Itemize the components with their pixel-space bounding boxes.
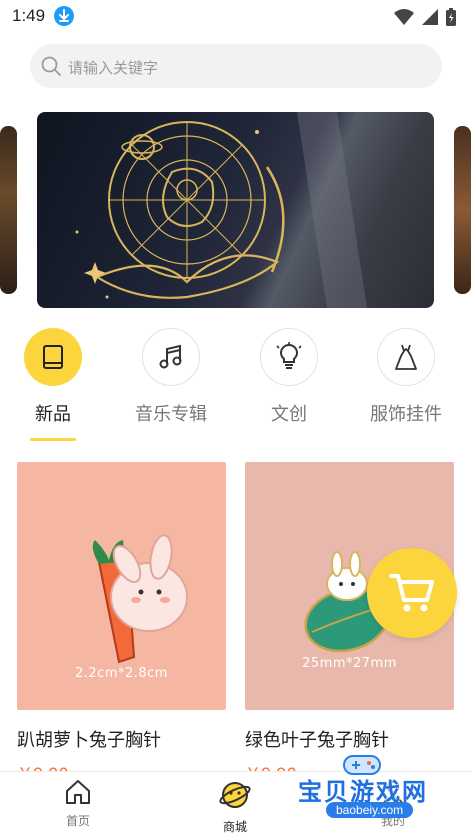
category-new[interactable]: 新品 (3, 328, 103, 426)
search-input[interactable]: 请输入关键字 (30, 44, 442, 88)
product-card[interactable]: 2.2cm*2.8cm 趴胡萝卜兔子胸针 ￥9.90 (17, 462, 226, 784)
banner-prev-slide[interactable] (0, 126, 17, 294)
category-apparel[interactable]: 服饰挂件 (356, 328, 456, 426)
nav-home[interactable]: 首页 (33, 778, 123, 829)
category-icon-circle (24, 328, 82, 386)
category-active-indicator (30, 438, 76, 441)
planet-icon (219, 782, 251, 808)
battery-icon (446, 8, 456, 26)
nav-mall[interactable]: 商城 (190, 778, 280, 835)
category-icon-circle (377, 328, 435, 386)
status-time: 1:49 (12, 6, 46, 25)
nav-label: 首页 (65, 814, 90, 828)
category-label: 音乐专辑 (135, 404, 207, 425)
banner-next-slide[interactable] (454, 126, 471, 294)
download-icon (54, 6, 74, 26)
category-music-album[interactable]: 音乐专辑 (121, 328, 221, 426)
cart-button[interactable] (367, 548, 457, 638)
status-bar: 1:49 (0, 0, 471, 34)
music-note-icon (159, 344, 182, 369)
shopping-cart-icon (389, 574, 434, 612)
product-size-label: 2.2cm*2.8cm (75, 666, 168, 681)
status-icons (393, 7, 457, 27)
product-image: 2.2cm*2.8cm (17, 462, 226, 710)
product-title: 绿色叶子兔子胸针 (245, 730, 389, 751)
book-icon (43, 345, 63, 369)
wifi-icon (394, 9, 414, 25)
search-icon (41, 56, 61, 76)
category-icon-circle (142, 328, 200, 386)
dress-icon (395, 344, 417, 370)
product-title: 趴胡萝卜兔子胸针 (17, 730, 161, 751)
signal-icon (422, 9, 438, 25)
banner-bookmark-image (75, 112, 367, 308)
category-label: 新品 (35, 404, 71, 425)
category-label: 服饰挂件 (370, 404, 442, 425)
watermark: 宝贝游戏网 baobeiy.com (298, 752, 468, 832)
nav-label: 商城 (222, 820, 247, 834)
search-placeholder: 请输入关键字 (68, 59, 159, 77)
lightbulb-icon (276, 342, 302, 369)
watermark-url: baobeiy.com (326, 802, 414, 818)
category-cultural[interactable]: 文创 (239, 328, 339, 426)
product-size-label: 25mm*27mm (302, 656, 397, 671)
category-label: 文创 (271, 404, 307, 425)
category-icon-circle (260, 328, 318, 386)
banner-slide[interactable] (37, 112, 434, 308)
home-icon (66, 780, 90, 804)
